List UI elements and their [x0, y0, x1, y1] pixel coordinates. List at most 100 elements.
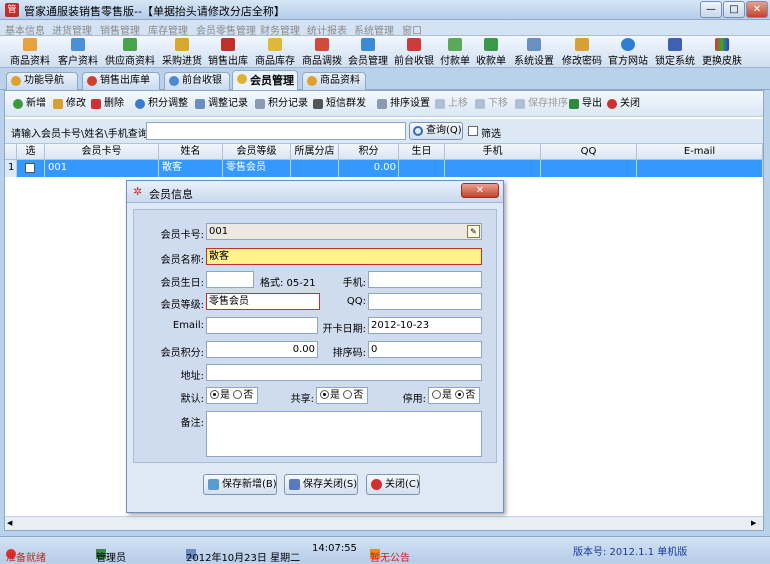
default-radio-group[interactable]: 是 否 [206, 387, 258, 404]
toolbar-purchase[interactable]: 采购进货 [160, 37, 204, 67]
toolbar-product-info[interactable]: 商品资料 [10, 37, 50, 67]
cell-branch [291, 160, 339, 177]
col-birthday-header[interactable]: 生日 [399, 143, 445, 160]
toolbar-website[interactable]: 官方网站 [606, 37, 650, 67]
excel-icon [569, 99, 579, 109]
move-down-button[interactable]: 下移 [475, 97, 508, 111]
col-qq-header[interactable]: QQ [541, 143, 637, 160]
toolbar-transfer[interactable]: 商品调拨 [300, 37, 344, 67]
scroll-left-icon[interactable]: ◀ [7, 519, 16, 528]
adjust-points-button[interactable]: 积分调整 [135, 97, 188, 111]
toolbar-change-password[interactable]: 修改密码 [560, 37, 604, 67]
adjust-records-button[interactable]: 调整记录 [195, 97, 248, 111]
col-select-header[interactable]: 选 [17, 143, 45, 160]
row-select-cell[interactable] [17, 160, 45, 177]
remark-field[interactable] [206, 411, 482, 457]
address-field[interactable] [206, 364, 482, 381]
sort-field[interactable]: 0 [368, 341, 482, 358]
save-close-button[interactable]: 保存关闭(S) [284, 474, 358, 495]
default-yes-radio[interactable] [210, 390, 219, 399]
toolbar-member-manage[interactable]: 会员管理 [346, 37, 390, 67]
share-no-radio[interactable] [343, 390, 353, 399]
row-checkbox[interactable] [25, 163, 35, 173]
maximize-button[interactable]: □ [723, 1, 745, 18]
col-name-header[interactable]: 姓名 [159, 143, 223, 160]
points-records-button[interactable]: 积分记录 [255, 97, 308, 111]
menu-stock[interactable]: 库存管理 [148, 22, 188, 37]
edit-card-icon[interactable]: ✎ [467, 225, 480, 238]
tab-product-info[interactable]: 商品资料 [302, 72, 366, 90]
email-field[interactable] [206, 317, 318, 334]
menu-purchase[interactable]: 进货管理 [52, 22, 92, 37]
toolbar-lock[interactable]: 锁定系统 [653, 37, 697, 67]
cell-qq [541, 160, 637, 177]
default-no-radio[interactable] [233, 390, 243, 399]
close-panel-button[interactable]: 关闭 [607, 97, 640, 111]
delete-icon [91, 99, 101, 109]
menu-sales[interactable]: 销售管理 [100, 22, 140, 37]
menu-finance[interactable]: 财务管理 [260, 22, 300, 37]
dialog-cancel-button[interactable]: 关闭(C) [366, 474, 420, 495]
delete-button[interactable]: 删除 [91, 97, 124, 111]
col-email-header[interactable]: E-mail [637, 143, 763, 160]
disable-no-radio[interactable] [455, 390, 465, 399]
name-field[interactable]: 散客 [206, 248, 482, 265]
toolbar-pos[interactable]: 前台收银 [392, 37, 436, 67]
col-points-header[interactable]: 积分 [339, 143, 399, 160]
filter-checkbox[interactable] [468, 126, 478, 136]
toolbar-skin[interactable]: 更换皮肤 [700, 37, 744, 67]
menu-basic-info[interactable]: 基本信息 [5, 22, 45, 37]
tab-navigation[interactable]: 功能导航 [6, 72, 78, 90]
menu-reports[interactable]: 统计报表 [307, 22, 347, 37]
tab-pos[interactable]: 前台收银 [164, 72, 230, 90]
window-title: 管家通服装销售零售版--【单据抬头请修改分店全称】 [24, 5, 285, 18]
scroll-right-icon[interactable]: ▶ [751, 519, 760, 528]
move-up-button[interactable]: 上移 [435, 97, 468, 111]
edit-button[interactable]: 修改 [53, 97, 86, 111]
toolbar-receipt[interactable]: 收款单 [474, 37, 508, 67]
cell-card: 001 [45, 160, 159, 177]
tab-sales-out[interactable]: 销售出库单 [82, 72, 160, 90]
query-button[interactable]: 查询(Q) [409, 122, 463, 140]
share-radio-group[interactable]: 是 否 [316, 387, 368, 404]
plus-icon [13, 99, 23, 109]
phone-field[interactable] [368, 271, 482, 288]
disable-yes-radio[interactable] [432, 390, 441, 399]
dialog-close-button[interactable]: ✕ [461, 183, 499, 198]
level-field[interactable]: 零售会员 [206, 293, 320, 310]
qq-field[interactable] [368, 293, 482, 310]
menu-system[interactable]: 系统管理 [354, 22, 394, 37]
export-button[interactable]: 导出 [569, 97, 602, 111]
close-window-button[interactable]: ✕ [746, 1, 768, 18]
open-date-field[interactable]: 2012-10-23 [368, 317, 482, 334]
menu-member-retail[interactable]: 会员零售管理 [196, 22, 256, 37]
col-level-header[interactable]: 会员等级 [223, 143, 291, 160]
horizontal-scrollbar[interactable]: ◀ ▶ [5, 516, 763, 530]
tab-member-manage[interactable]: 会员管理 [232, 70, 298, 91]
disable-radio-group[interactable]: 是 否 [428, 387, 480, 404]
col-phone-header[interactable]: 手机 [445, 143, 541, 160]
search-input[interactable] [146, 122, 406, 140]
col-card-header[interactable]: 会员卡号 [45, 143, 159, 160]
menu-window[interactable]: 窗口 [402, 22, 422, 37]
row-number-header [5, 143, 17, 160]
toolbar-sales-out[interactable]: 销售出库 [206, 37, 250, 67]
add-button[interactable]: 新增 [13, 97, 46, 111]
toolbar-customer-info[interactable]: 客户资料 [56, 37, 100, 67]
toolbar-supplier-info[interactable]: 供应商资料 [104, 37, 156, 67]
birthday-field[interactable] [206, 271, 254, 288]
label-disable: 停用: [402, 394, 426, 405]
save-sort-button[interactable]: 保存排序 [515, 97, 568, 111]
minimize-button[interactable]: — [700, 1, 722, 18]
col-branch-header[interactable]: 所属分店 [291, 143, 339, 160]
toolbar-payment[interactable]: 付款单 [438, 37, 472, 67]
table-row[interactable]: 1 001 散客 零售会员 0.00 [5, 160, 763, 177]
share-yes-radio[interactable] [320, 390, 329, 399]
toolbar-stock[interactable]: 商品库存 [253, 37, 297, 67]
save-new-button[interactable]: 保存新增(B) [203, 474, 277, 495]
sort-settings-button[interactable]: 排序设置 [377, 97, 430, 111]
card-field[interactable]: 001 [206, 223, 482, 240]
toolbar-settings[interactable]: 系统设置 [512, 37, 556, 67]
points-field[interactable]: 0.00 [206, 341, 318, 358]
sms-button[interactable]: 短信群发 [313, 97, 366, 111]
